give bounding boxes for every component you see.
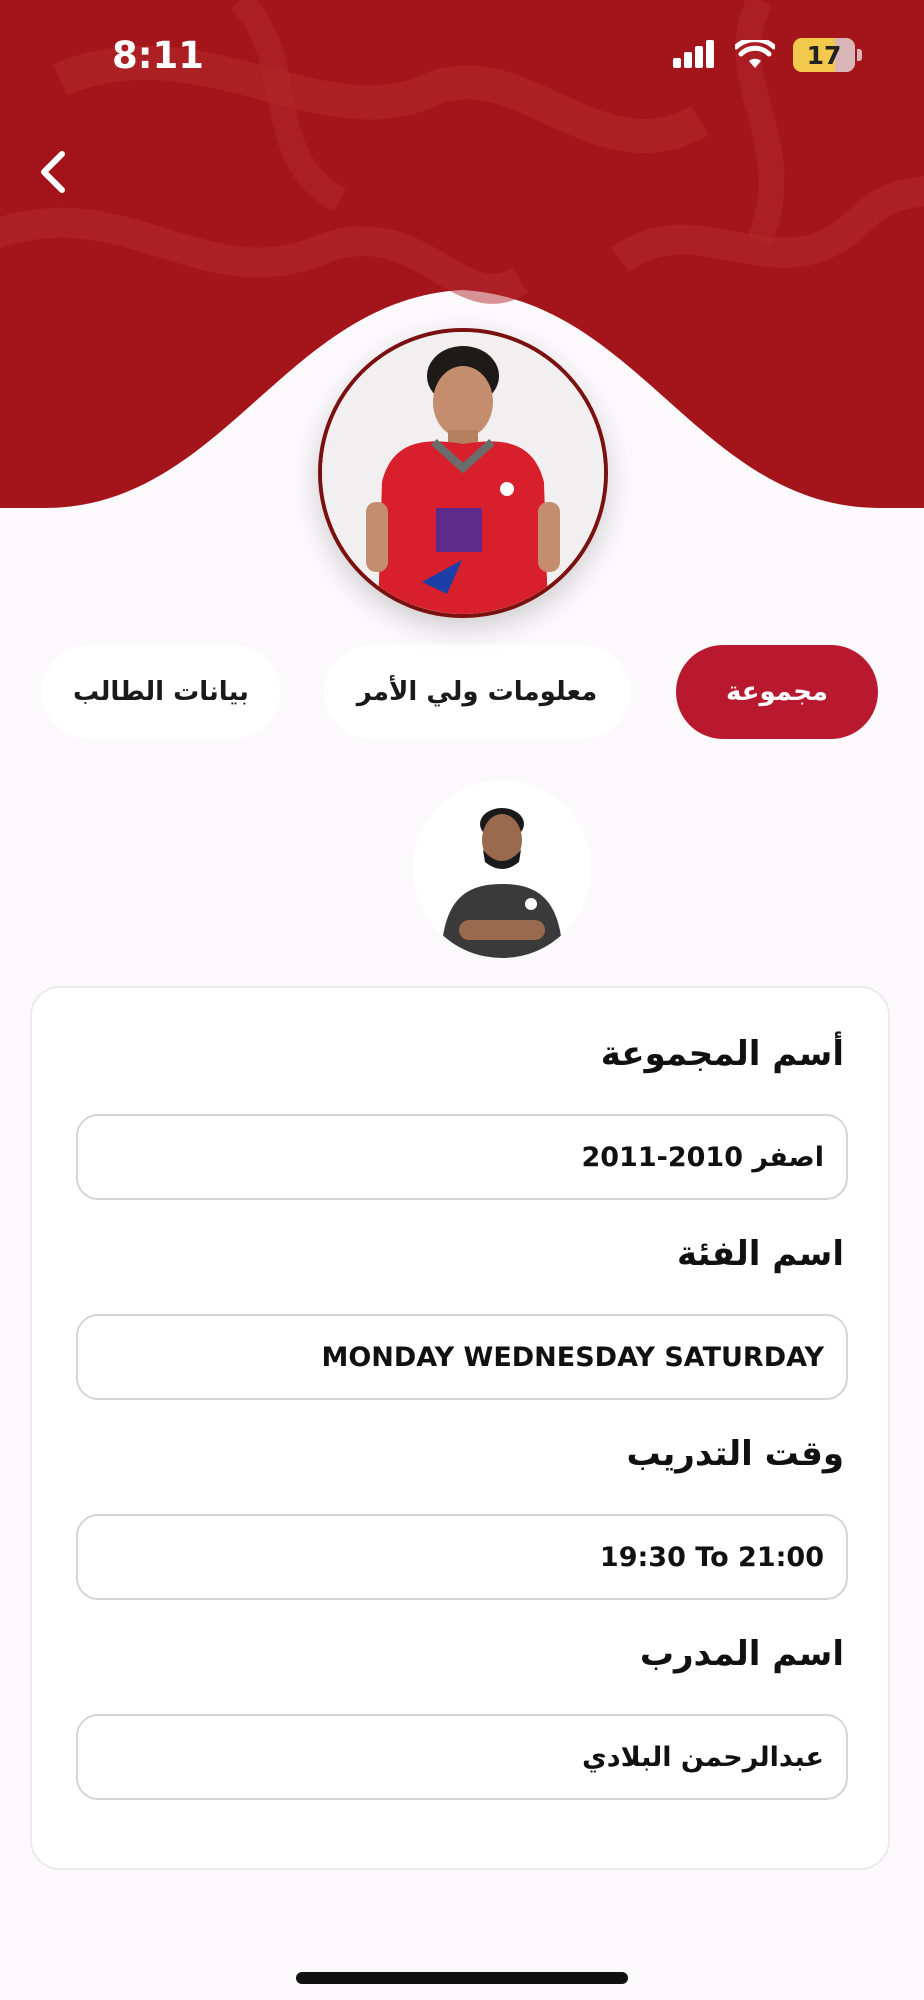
battery-tip [857,49,862,61]
tab-bar: مجموعة معلومات ولي الأمر بيانات الطالب [0,645,924,745]
coach-photo [413,780,591,958]
coach-avatar [413,780,591,958]
tab-student-data[interactable]: بيانات الطالب [42,645,280,739]
group-info-card: أسم المجموعة اصفر 2010-2011 اسم الفئة MO… [30,986,890,1870]
battery-level: 17 [806,41,842,70]
status-time: 8:11 [112,34,205,77]
group-name-value: اصفر 2010-2011 [581,1141,824,1173]
tab-student-data-label: بيانات الطالب [73,677,249,707]
category-name-label: اسم الفئة [677,1234,844,1274]
tab-group[interactable]: مجموعة [676,645,878,739]
group-name-label: أسم المجموعة [600,1034,844,1074]
student-avatar [318,328,608,618]
back-button[interactable] [26,142,86,202]
chevron-left-icon [41,151,65,193]
status-bar: 8:11 17 [0,0,924,110]
tab-guardian-info-label: معلومات ولي الأمر [356,677,598,707]
category-name-value: MONDAY WEDNESDAY SATURDAY [321,1341,824,1373]
student-photo [322,332,604,614]
status-icons: 17 [673,38,862,72]
signal-icon [673,40,714,68]
tab-guardian-info[interactable]: معلومات ولي الأمر [324,645,630,739]
home-indicator[interactable] [296,1972,628,1984]
training-time-label: وقت التدريب [626,1434,845,1474]
training-time-value: 19:30 To 21:00 [599,1541,824,1573]
category-name-field: MONDAY WEDNESDAY SATURDAY [76,1314,848,1400]
group-name-field: اصفر 2010-2011 [76,1114,848,1200]
battery-icon: 17 [793,38,855,72]
wifi-icon [735,40,775,68]
coach-name-value: عبدالرحمن البلادي [581,1741,824,1773]
coach-name-field: عبدالرحمن البلادي [76,1714,848,1800]
training-time-field: 19:30 To 21:00 [76,1514,848,1600]
coach-name-label: اسم المدرب [639,1634,844,1674]
tab-group-label: مجموعة [725,677,829,707]
